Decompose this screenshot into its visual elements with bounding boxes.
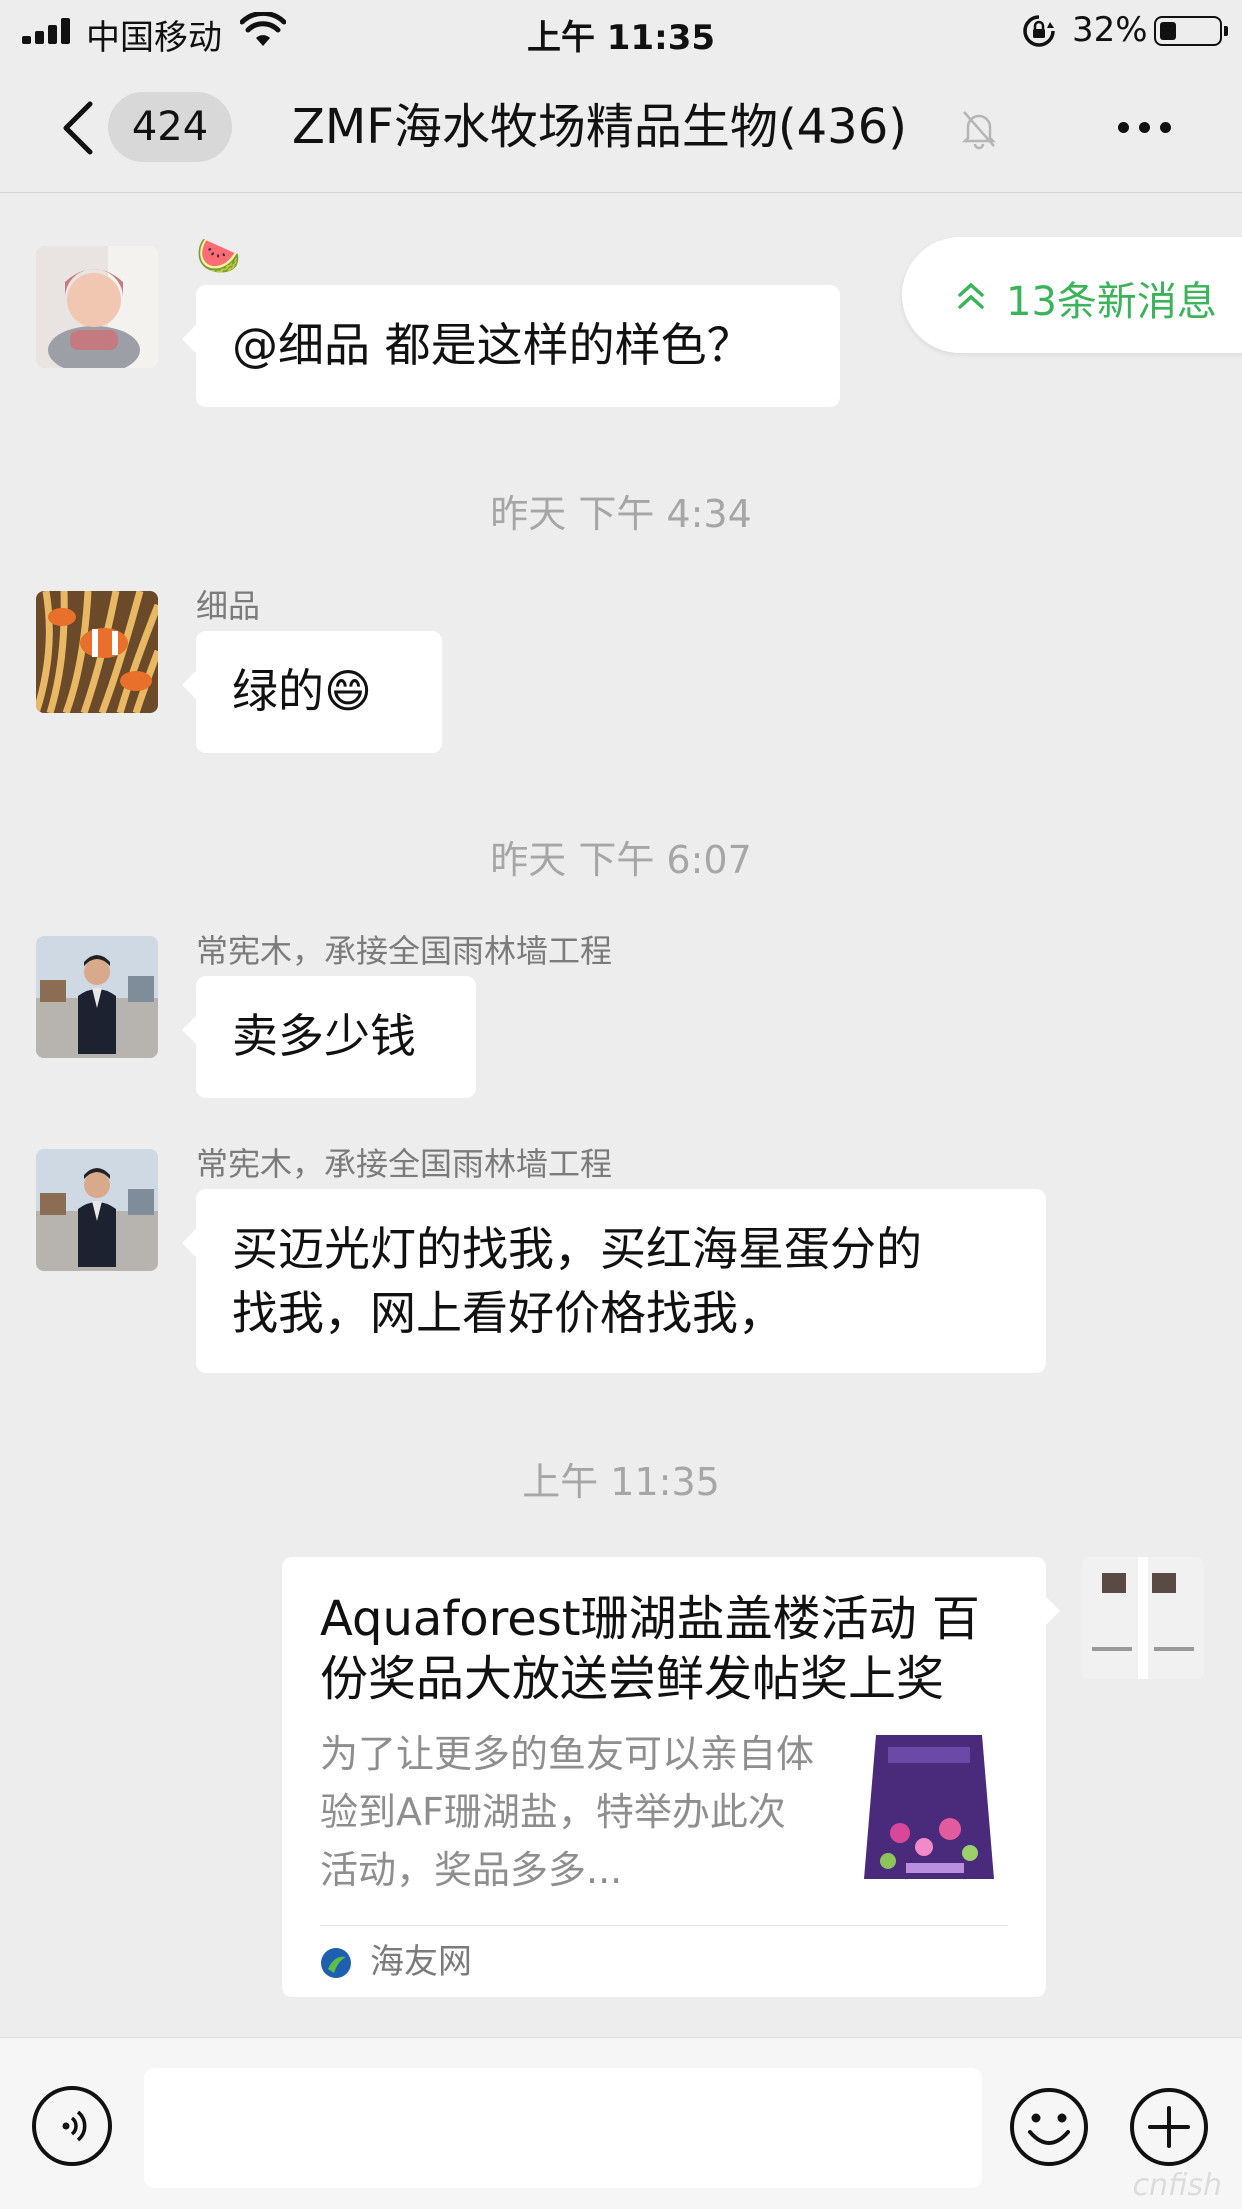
more-actions-button[interactable] xyxy=(1128,2086,1210,2168)
back-icon[interactable] xyxy=(52,98,112,158)
avatar[interactable] xyxy=(36,936,158,1058)
message-line: 找我，网上看好价格找我， xyxy=(232,1286,784,1340)
message-bubble[interactable]: 买迈光灯的找我，买红海星蛋分的 找我，网上看好价格找我， xyxy=(182,1189,1046,1373)
double-chevron-up-icon xyxy=(958,282,984,309)
timestamp: 昨天 下午 4:34 xyxy=(490,492,752,536)
status-bar: 中国移动 上午 11:35 32% xyxy=(0,0,1242,62)
sender-name: 常宪木，承接全国雨林墙工程 xyxy=(196,1145,613,1183)
new-messages-label: 13条新消息 xyxy=(1006,279,1217,325)
timestamp: 昨天 下午 6:07 xyxy=(490,838,752,882)
nav-bar: 424 ZMF海水牧场精品生物(436) xyxy=(0,62,1242,193)
rotation-lock-icon xyxy=(1023,15,1055,47)
link-card-title: Aquaforest珊湖盐盖楼活动 百份奖品大放送尝鲜发帖奖上奖 xyxy=(320,1591,980,1707)
timestamp: 上午 11:35 xyxy=(522,1460,720,1504)
message-input[interactable] xyxy=(144,2068,982,2188)
muted-bell-icon xyxy=(961,111,997,150)
chat-title: ZMF海水牧场精品生物(436) xyxy=(292,99,907,155)
voice-input-button[interactable] xyxy=(32,2086,112,2166)
battery-percent: 32% xyxy=(1072,10,1148,50)
emoji-button[interactable] xyxy=(1008,2086,1090,2168)
source-logo-icon xyxy=(321,1948,351,1978)
battery-icon xyxy=(1154,16,1228,46)
message-bubble[interactable]: @细品 都是这样的样色？ xyxy=(182,285,840,407)
avatar[interactable] xyxy=(36,246,158,368)
link-card-description: 为了让更多的鱼友可以亲自体验到AF珊湖盐，特举办此次活动，奖品多多... xyxy=(320,1732,815,1892)
chat-history[interactable]: 🍉 @细品 都是这样的样色？ 13条新消息 昨天 下午 4:34 细品 绿的😄 … xyxy=(0,193,1242,2037)
link-card[interactable]: Aquaforest珊湖盐盖楼活动 百份奖品大放送尝鲜发帖奖上奖 为了让更多的鱼… xyxy=(282,1557,1060,1997)
product-thumbnail xyxy=(854,1729,1004,1885)
avatar[interactable] xyxy=(1082,1557,1204,1679)
divider xyxy=(320,1925,1008,1926)
avatar[interactable] xyxy=(36,591,158,713)
message-line: 买迈光灯的找我，买红海星蛋分的 xyxy=(232,1222,922,1276)
link-card-source-name: 海友网 xyxy=(370,1942,472,1982)
new-messages-pill[interactable]: 13条新消息 xyxy=(902,237,1242,353)
sender-name: 常宪木，承接全国雨林墙工程 xyxy=(196,932,613,970)
voice-icon xyxy=(62,2110,87,2142)
sender-name: 🍉 xyxy=(196,236,241,277)
watermark: cnfish xyxy=(1132,2168,1222,2203)
message-bubble[interactable]: 绿的😄 xyxy=(182,631,442,753)
more-options-icon[interactable] xyxy=(1110,106,1180,146)
message-bubble[interactable]: 卖多少钱 xyxy=(182,976,476,1098)
input-bar: cnfish xyxy=(0,2037,1242,2209)
sender-name: 细品 xyxy=(196,587,261,625)
avatar[interactable] xyxy=(36,1149,158,1271)
unread-count-badge[interactable]: 424 xyxy=(108,92,232,162)
